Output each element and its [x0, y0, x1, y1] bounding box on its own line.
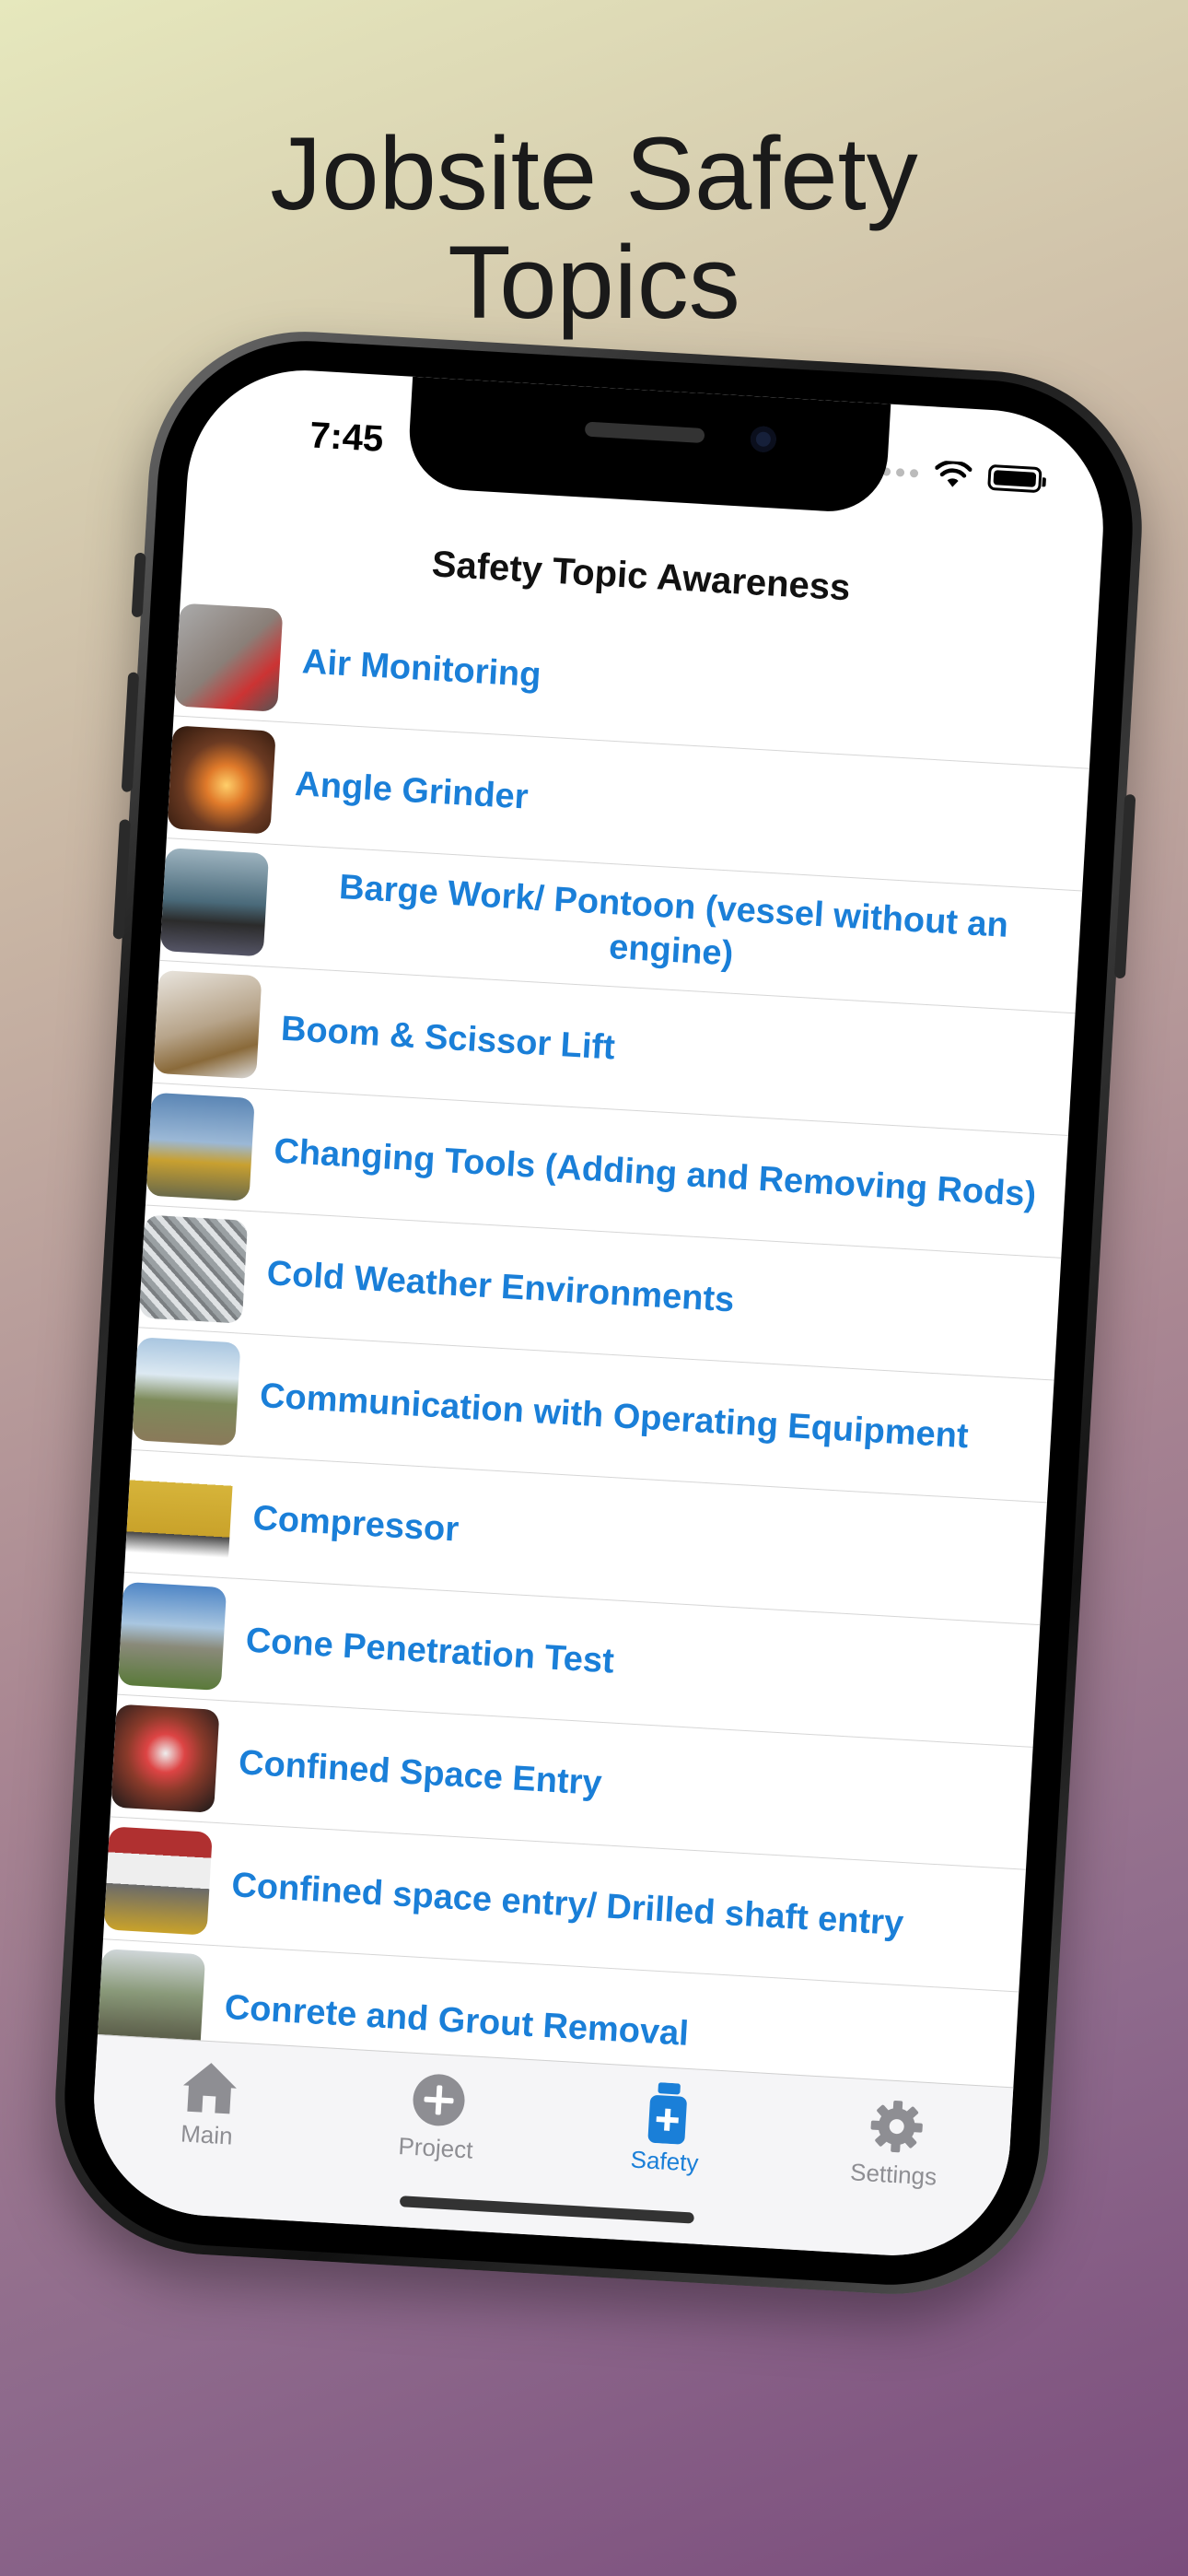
topic-thumbnail [153, 969, 262, 1080]
wifi-icon [935, 460, 973, 487]
topic-thumbnail [117, 1581, 227, 1692]
phone-mockup: 7:45 Safety Topic Awareness Air Monitori… [46, 322, 1151, 2303]
tab-safety-label: Safety [629, 2145, 700, 2177]
topic-thumbnail [138, 1214, 249, 1324]
tab-settings-label: Settings [849, 2158, 938, 2191]
topic-thumbnail [146, 1092, 255, 1201]
topic-label: Confined Space Entry [238, 1743, 603, 1804]
topic-thumbnail [103, 1826, 213, 1936]
front-camera [750, 425, 777, 453]
topic-thumbnail [132, 1337, 241, 1446]
headline-line2: Topics [448, 225, 740, 340]
topic-label: Communication with Operating Equipment [259, 1376, 970, 1457]
topic-thumbnail [111, 1704, 220, 1813]
status-time: 7:45 [309, 415, 385, 460]
gear-icon [867, 2096, 925, 2156]
topic-label: Cone Penetration Test [244, 1621, 615, 1681]
topic-thumbnail [174, 603, 284, 712]
topic-label: Air Monitoring [300, 642, 542, 696]
plus-circle-icon [410, 2070, 466, 2130]
medicine-bottle-icon [646, 2082, 689, 2145]
topic-thumbnail [159, 848, 270, 957]
topic-thumbnail [124, 1459, 234, 1569]
tab-main-label: Main [180, 2119, 234, 2150]
phone-screen: 7:45 Safety Topic Awareness Air Monitori… [87, 363, 1110, 2263]
tab-main[interactable]: Main [111, 2053, 304, 2220]
topic-label: Boom & Scissor Lift [279, 1009, 616, 1068]
tab-settings[interactable]: Settings [797, 2092, 990, 2260]
status-icons [868, 456, 1042, 494]
speaker-grille [584, 421, 705, 444]
topic-label: Confined space entry/ Drilled shaft entr… [230, 1866, 905, 1944]
topic-label: Angle Grinder [294, 765, 530, 817]
topic-label: Cold Weather Environments [265, 1254, 736, 1320]
headline: Jobsite Safety Topics [0, 120, 1188, 337]
topic-list: Air Monitoring Angle Grinder Barge Work/… [96, 593, 1097, 2115]
topic-thumbnail [167, 725, 276, 835]
battery-icon [987, 463, 1042, 494]
headline-line1: Jobsite Safety [270, 116, 918, 231]
topic-label: Compressor [251, 1498, 460, 1550]
tab-safety[interactable]: Safety [568, 2079, 762, 2247]
topic-label: Changing Tools (Adding and Removing Rods… [273, 1131, 1038, 1215]
tab-project-label: Project [397, 2132, 474, 2164]
house-icon [178, 2056, 241, 2117]
